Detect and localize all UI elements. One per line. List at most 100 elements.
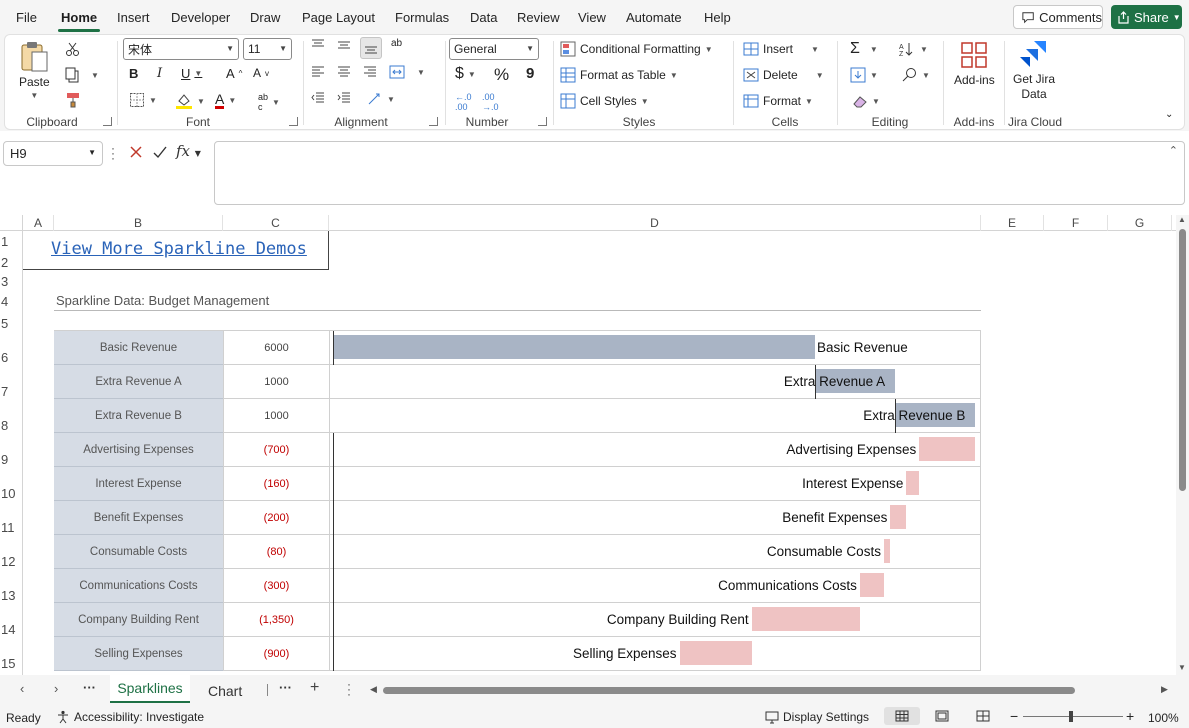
alignment-launcher-icon[interactable] <box>429 117 438 126</box>
menu-file[interactable]: File <box>16 10 37 25</box>
decrease-decimal-button[interactable]: .00 →.0 <box>482 92 499 112</box>
row-header[interactable]: 6 <box>0 350 22 365</box>
menu-view[interactable]: View <box>578 10 606 25</box>
increase-indent-button[interactable] <box>337 92 351 104</box>
align-right-button[interactable] <box>363 66 377 78</box>
budget-label-cell[interactable]: Interest Expense <box>54 467 223 501</box>
column-header-a[interactable]: A <box>23 215 54 231</box>
page-layout-view-button[interactable] <box>935 710 949 725</box>
orientation-button[interactable]: ab <box>391 38 402 49</box>
comments-button[interactable]: Comments <box>1013 5 1103 29</box>
budget-label-cell[interactable]: Consumable Costs <box>54 535 223 569</box>
cancel-formula-button[interactable] <box>128 144 144 163</box>
view-more-sparkline-demos-link[interactable]: View More Sparkline Demos <box>51 239 307 259</box>
row-header[interactable]: 10 <box>0 486 22 501</box>
italic-button[interactable]: I <box>157 66 162 81</box>
format-cells-button[interactable]: Format ▼ <box>743 93 813 109</box>
font-color-button[interactable]: A ▼ <box>215 92 236 109</box>
menu-draw[interactable]: Draw <box>250 10 280 25</box>
sparkline-cell[interactable]: Extra Revenue A <box>329 365 981 399</box>
display-settings-button[interactable]: Display Settings <box>765 710 869 724</box>
row-header[interactable]: 9 <box>0 452 22 467</box>
font-size-select[interactable]: 11 ▼ <box>243 38 292 60</box>
budget-value-cell[interactable]: 1000 <box>223 365 329 399</box>
scroll-up-icon[interactable]: ▲ <box>1178 215 1186 224</box>
underline-button[interactable]: U ▼ <box>181 66 202 81</box>
formula-input[interactable]: ⌃ <box>214 141 1185 205</box>
align-left-button[interactable] <box>311 66 325 78</box>
budget-value-cell[interactable]: 6000 <box>223 331 329 365</box>
column-header-b[interactable]: B <box>54 215 223 231</box>
format-as-table-button[interactable]: Format as Table ▼ <box>560 67 678 83</box>
conditional-formatting-button[interactable]: Conditional Formatting ▼ <box>560 41 713 57</box>
merge-center-button[interactable]: ▼ <box>389 65 425 79</box>
sparkline-cell[interactable]: Communications Costs <box>329 569 981 603</box>
worksheet-grid[interactable]: A B C D E F G 1 2 3 4 5 6 7 8 9 10 11 12 13 14 15 View… <box>0 215 1176 675</box>
number-launcher-icon[interactable] <box>538 117 547 126</box>
column-header-c[interactable]: C <box>223 215 329 231</box>
budget-value-cell[interactable]: (300) <box>223 569 329 603</box>
currency-button[interactable]: $ ▼ <box>455 65 476 83</box>
find-select-button[interactable]: ▼ <box>902 67 930 83</box>
menu-automate[interactable]: Automate <box>626 10 682 25</box>
comma-style-button[interactable]: 9 <box>526 65 534 82</box>
row-header[interactable]: 5 <box>0 316 22 331</box>
scroll-left-icon[interactable]: ◀ <box>370 684 377 695</box>
normal-view-button[interactable] <box>884 707 920 725</box>
row-header[interactable]: 15 <box>0 656 22 671</box>
sparkline-cell[interactable]: Selling Expenses <box>329 637 981 671</box>
column-header-e[interactable]: E <box>981 215 1044 231</box>
budget-value-cell[interactable]: (200) <box>223 501 329 535</box>
decrease-indent-button[interactable] <box>311 92 325 104</box>
font-name-select[interactable]: 宋体 ▼ <box>123 38 239 60</box>
menu-page-layout[interactable]: Page Layout <box>302 10 375 25</box>
align-top-button[interactable] <box>311 39 325 51</box>
font-launcher-icon[interactable] <box>289 117 298 126</box>
budget-label-cell[interactable]: Selling Expenses <box>54 637 223 671</box>
increase-decimal-button[interactable]: ←.0.00 <box>455 92 472 112</box>
budget-label-cell[interactable]: Basic Revenue <box>54 331 223 365</box>
budget-label-cell[interactable]: Company Building Rent <box>54 603 223 637</box>
row-header[interactable]: 14 <box>0 622 22 637</box>
sparkline-cell[interactable]: Advertising Expenses <box>329 433 981 467</box>
increase-font-button[interactable]: A ^ <box>226 66 242 81</box>
sparkline-cell[interactable]: Company Building Rent <box>329 603 981 637</box>
row-header[interactable]: 11 <box>0 520 22 535</box>
menu-help[interactable]: Help <box>704 10 731 25</box>
row-header[interactable]: 8 <box>0 418 22 433</box>
delete-cells-button[interactable]: Delete ▼ <box>743 67 824 83</box>
more-sheets-icon[interactable]: ··· <box>83 680 96 695</box>
add-sheet-icon[interactable]: + <box>310 679 319 697</box>
bold-button[interactable]: B <box>129 66 138 81</box>
name-box[interactable]: H9 ▼ <box>3 141 103 166</box>
sort-filter-button[interactable]: AZ ▼ <box>898 41 928 57</box>
zoom-level[interactable]: 100% <box>1148 711 1179 725</box>
sparkline-cell[interactable]: Benefit Expenses <box>329 501 981 535</box>
sparkline-cell[interactable]: Consumable Costs <box>329 535 981 569</box>
insert-function-button[interactable]: fx ▼ <box>176 142 201 160</box>
budget-value-cell[interactable]: (900) <box>223 637 329 671</box>
clear-button[interactable]: ▼ <box>852 93 880 109</box>
budget-value-cell[interactable]: (1,350) <box>223 603 329 637</box>
menu-developer[interactable]: Developer <box>171 10 230 25</box>
align-bottom-button[interactable] <box>360 37 382 59</box>
row-header[interactable]: 4 <box>0 294 22 309</box>
budget-value-cell[interactable]: (160) <box>223 467 329 501</box>
decrease-font-button[interactable]: Av <box>253 66 269 80</box>
row-header[interactable]: 1 <box>0 234 22 249</box>
select-all-corner[interactable] <box>0 215 23 231</box>
align-middle-button[interactable] <box>337 39 351 51</box>
budget-label-cell[interactable]: Communications Costs <box>54 569 223 603</box>
vertical-scrollbar[interactable]: ▲ ▼ <box>1176 215 1189 675</box>
addins-button[interactable]: Add-ins <box>954 41 995 87</box>
percent-button[interactable]: % <box>494 65 509 85</box>
borders-button[interactable]: ▼ <box>129 92 157 108</box>
number-format-select[interactable]: General ▼ <box>449 38 539 60</box>
menu-home[interactable]: Home <box>61 10 97 25</box>
row-header[interactable]: 3 <box>0 274 22 289</box>
paste-button[interactable]: Paste ▼ <box>19 41 50 100</box>
column-header-g[interactable]: G <box>1108 215 1172 231</box>
share-button[interactable]: Share ▼ <box>1111 5 1182 29</box>
row-header[interactable]: 2 <box>0 255 22 270</box>
menu-data[interactable]: Data <box>470 10 497 25</box>
